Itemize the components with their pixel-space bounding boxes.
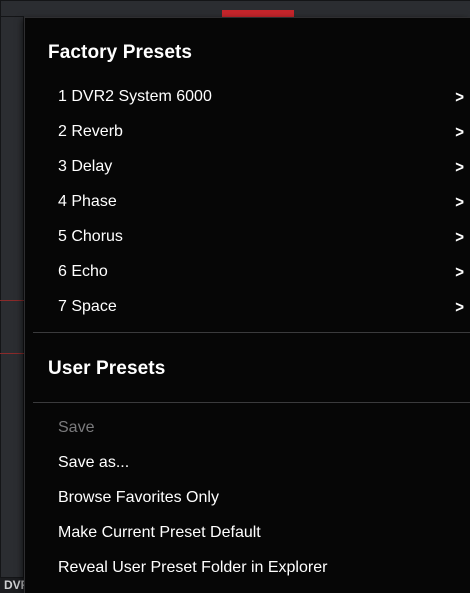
menu-item-label: Save as... (58, 454, 130, 471)
save-as-menu-item[interactable]: Save as... (58, 446, 464, 480)
menu-item-factory-6[interactable]: 6 Echo > (58, 255, 464, 289)
reveal-folder-menu-item[interactable]: Reveal User Preset Folder in Explorer (58, 551, 464, 585)
menu-item-label: Browse Favorites Only (58, 489, 219, 506)
save-menu-item[interactable]: Save (58, 411, 464, 445)
menu-item-label: 1 DVR2 System 6000 (58, 88, 212, 105)
menu-item-factory-2[interactable]: 2 Reverb > (58, 115, 464, 149)
user-presets-header: User Presets (48, 358, 166, 379)
menu-item-factory-7[interactable]: 7 Space > (58, 290, 464, 324)
menu-separator (33, 402, 470, 403)
menu-item-label: Save (58, 419, 95, 436)
menu-item-label: 5 Chorus (58, 228, 123, 245)
factory-presets-header: Factory Presets (48, 42, 193, 63)
menu-item-label: Make Current Preset Default (58, 524, 261, 541)
submenu-arrow-icon: > (455, 227, 464, 247)
menu-item-factory-3[interactable]: 3 Delay > (58, 150, 464, 184)
preset-context-menu: Factory Presets 1 DVR2 System 6000 > 2 R… (24, 17, 470, 593)
menu-item-label: 6 Echo (58, 263, 108, 280)
submenu-arrow-icon: > (455, 262, 464, 282)
background-red-line-1 (0, 300, 24, 301)
menu-item-label: 2 Reverb (58, 123, 123, 140)
submenu-arrow-icon: > (455, 192, 464, 212)
browse-favorites-menu-item[interactable]: Browse Favorites Only (58, 481, 464, 515)
menu-item-factory-1[interactable]: 1 DVR2 System 6000 > (58, 80, 464, 114)
menu-item-factory-4[interactable]: 4 Phase > (58, 185, 464, 219)
menu-separator (33, 332, 470, 333)
make-default-menu-item[interactable]: Make Current Preset Default (58, 516, 464, 550)
submenu-arrow-icon: > (455, 122, 464, 142)
submenu-arrow-icon: > (455, 87, 464, 107)
menu-item-factory-5[interactable]: 5 Chorus > (58, 220, 464, 254)
submenu-arrow-icon: > (455, 157, 464, 177)
menu-item-label: Reveal User Preset Folder in Explorer (58, 559, 328, 576)
background-red-line-2 (0, 353, 24, 354)
menu-item-label: 3 Delay (58, 158, 113, 175)
menu-item-label: 7 Space (58, 298, 117, 315)
submenu-arrow-icon: > (455, 297, 464, 317)
background-panel-left (0, 16, 24, 578)
menu-item-label: 4 Phase (58, 193, 117, 210)
